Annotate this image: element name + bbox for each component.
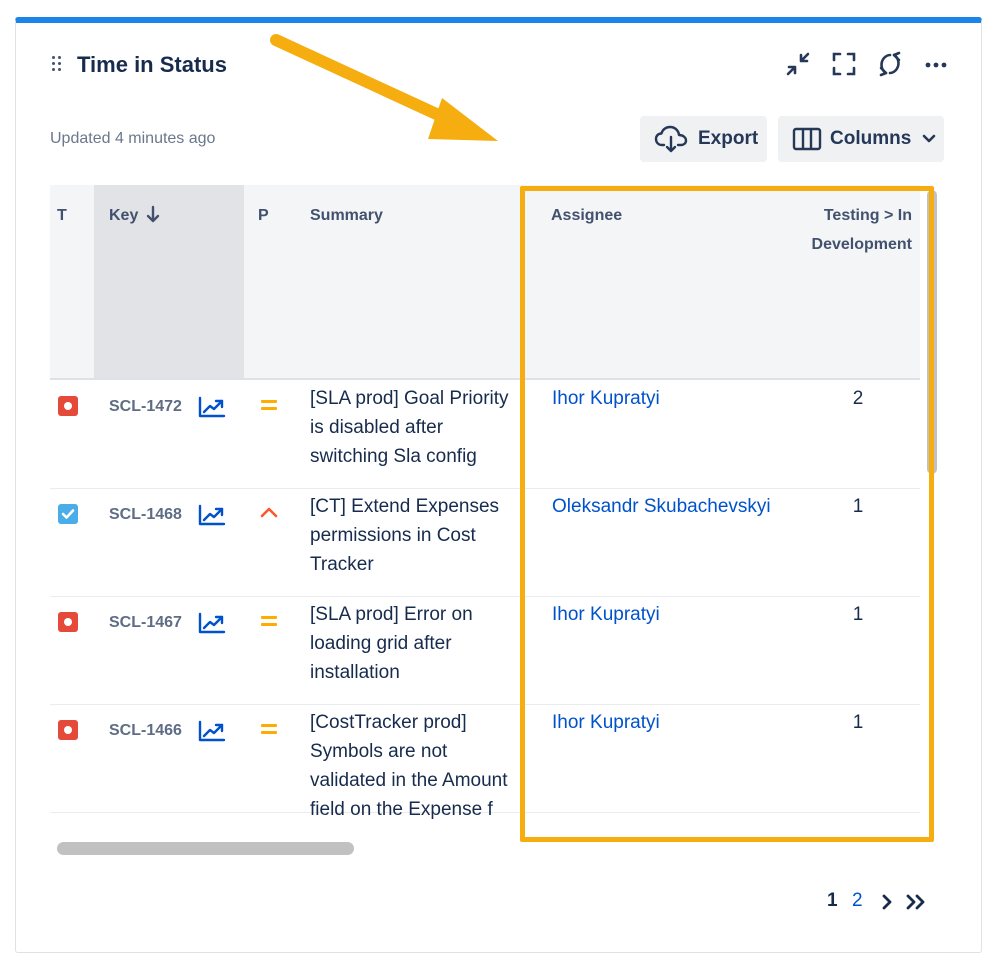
issue-key-link[interactable]: SCL-1466 (109, 722, 182, 740)
cloud-download-icon (654, 125, 688, 153)
column-header-priority[interactable]: P (258, 201, 269, 230)
export-label: Export (698, 128, 759, 149)
horizontal-scrollbar[interactable] (57, 842, 354, 855)
column-header-key[interactable]: Key (109, 201, 160, 230)
last-page-icon[interactable] (905, 893, 927, 917)
drag-handle-icon[interactable] (52, 56, 64, 74)
trend-chart-icon[interactable] (198, 396, 226, 418)
trend-chart-icon[interactable] (198, 504, 226, 526)
widget-title: Time in Status (77, 52, 227, 77)
assignee-link[interactable]: Ihor Kupratyi (552, 384, 660, 413)
bug-type-icon (58, 396, 78, 416)
table-row[interactable]: SCL-1468 [CT] Extend Expenses permissions… (50, 488, 920, 597)
bug-type-icon (58, 720, 78, 740)
task-type-icon (58, 504, 78, 524)
fullscreen-icon[interactable] (830, 50, 858, 78)
column-header-assignee[interactable]: Assignee (551, 201, 622, 230)
table-header: T Key P Summary Assignee Testing > In De… (50, 185, 920, 380)
table-row[interactable]: SCL-1472 [SLA prod] Goal Priority is disa… (50, 380, 920, 489)
column-header-testing-in-development[interactable]: Testing > In Development (802, 201, 912, 259)
last-updated-text: Updated 4 minutes ago (50, 130, 216, 147)
next-page-icon[interactable] (880, 893, 894, 917)
trend-chart-icon[interactable] (198, 612, 226, 634)
columns-label: Columns (830, 128, 912, 149)
issue-key-link[interactable]: SCL-1472 (109, 398, 182, 416)
priority-high-icon (260, 504, 278, 522)
assignee-link[interactable]: Oleksandr Skubachevskyi (552, 492, 771, 521)
export-button[interactable]: Export (640, 116, 767, 162)
time-in-status-value: 1 (852, 712, 864, 733)
issue-summary: [SLA prod] Goal Priority is disabled aft… (310, 388, 509, 467)
priority-medium-icon (260, 396, 278, 414)
chevron-down-icon (922, 134, 936, 143)
bug-type-icon (58, 612, 78, 632)
trend-chart-icon[interactable] (198, 720, 226, 742)
collapse-icon[interactable] (784, 50, 812, 78)
arrow-down-icon (146, 205, 160, 223)
column-header-type[interactable]: T (57, 201, 67, 230)
column-header-summary[interactable]: Summary (310, 201, 383, 230)
issue-summary: [SLA prod] Error on loading grid after i… (310, 604, 473, 683)
issue-summary: [CostTracker prod] Symbols are not valid… (310, 712, 508, 820)
table-row[interactable]: SCL-1467 [SLA prod] Error on loading grid… (50, 596, 920, 705)
columns-button[interactable]: Columns (778, 116, 944, 162)
page-link-2[interactable]: 2 (852, 890, 863, 912)
vertical-scrollbar[interactable] (927, 190, 937, 474)
issues-table: T Key P Summary Assignee Testing > In De… (50, 185, 930, 840)
more-icon[interactable] (922, 50, 950, 78)
time-in-status-value: 1 (852, 496, 864, 517)
refresh-icon[interactable] (876, 50, 904, 78)
issue-key-link[interactable]: SCL-1467 (109, 614, 182, 632)
time-in-status-value: 1 (852, 604, 864, 625)
assignee-link[interactable]: Ihor Kupratyi (552, 600, 660, 629)
issue-key-link[interactable]: SCL-1468 (109, 506, 182, 524)
issue-summary: [CT] Extend Expenses permissions in Cost… (310, 496, 500, 575)
page-current[interactable]: 1 (827, 890, 838, 912)
priority-medium-icon (260, 720, 278, 738)
key-header-label: Key (109, 207, 139, 224)
priority-medium-icon (260, 612, 278, 630)
columns-icon (792, 127, 822, 151)
table-row[interactable]: SCL-1466 [CostTracker prod] Symbols are n… (50, 704, 920, 820)
time-in-status-value: 2 (852, 388, 864, 409)
assignee-link[interactable]: Ihor Kupratyi (552, 708, 660, 737)
